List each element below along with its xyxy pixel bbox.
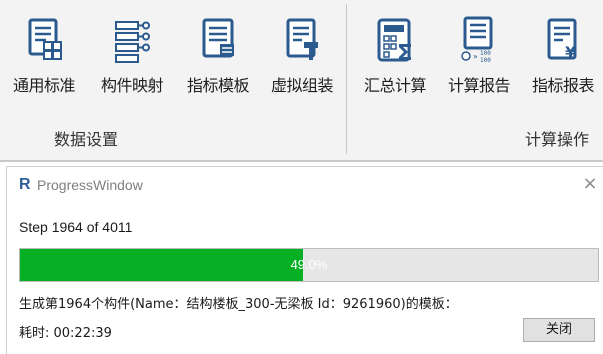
component-mapping-button[interactable]: 构件映射 (92, 6, 172, 104)
svg-text:100: 100 (480, 50, 491, 57)
yen-report-icon: ¥ (541, 16, 585, 68)
progress-percent-label: 49.0% (290, 257, 328, 272)
progress-bar: 49.0% (19, 248, 599, 282)
svg-text:100: 100 (480, 57, 491, 64)
summary-calc-button[interactable]: 汇总计算 (355, 6, 435, 104)
indicator-report-button[interactable]: ¥ 指标报表 (523, 6, 603, 104)
ribbon: 通用标准 构件映射 指标模板 虚拟组装 数据设置 汇总计算 » 100 100 … (0, 0, 603, 162)
app-logo-icon: R (19, 176, 31, 193)
progress-message: 生成第1964个构件(Name：结构楼板_300-无梁板 Id：9261960)… (19, 297, 458, 312)
data-settings-group-label: 数据设置 (54, 130, 119, 149)
ribbon-group-data-settings: 通用标准 构件映射 指标模板 虚拟组装 数据设置 (0, 0, 346, 158)
calculator-sum-icon (373, 16, 417, 68)
assembly-document-icon (280, 16, 324, 68)
virtual-assembly-label: 虚拟组装 (270, 76, 334, 95)
elapsed-time: 耗时: 00:22:39 (19, 326, 112, 341)
progress-window: R ProgressWindow × Step 1964 of 4011 49.… (6, 166, 603, 354)
calc-ops-group-label: 计算操作 (525, 130, 590, 149)
svg-text:¥: ¥ (565, 43, 576, 62)
calc-report-label: 计算报告 (447, 76, 511, 95)
calc-report-button[interactable]: » 100 100 计算报告 (439, 6, 519, 104)
indicator-report-label: 指标报表 (531, 76, 595, 95)
report-calc-icon: » 100 100 (457, 16, 501, 68)
close-button[interactable]: 关闭 (523, 318, 595, 342)
indicator-template-label: 指标模板 (186, 76, 250, 95)
window-titlebar[interactable]: R ProgressWindow × (7, 167, 603, 203)
general-standard-button[interactable]: 通用标准 (4, 6, 84, 104)
general-standard-label: 通用标准 (12, 76, 76, 95)
mapping-list-icon (110, 16, 154, 68)
component-mapping-label: 构件映射 (100, 76, 164, 95)
window-title: ProgressWindow (37, 177, 143, 193)
svg-text:»: » (473, 52, 478, 61)
indicator-template-button[interactable]: 指标模板 (178, 6, 258, 104)
ribbon-group-calc-ops: 汇总计算 » 100 100 计算报告 ¥ 指标报表 计算操作 (347, 0, 603, 158)
template-document-icon (196, 16, 240, 68)
document-list-icon (22, 16, 66, 68)
virtual-assembly-button[interactable]: 虚拟组装 (262, 6, 342, 104)
close-icon[interactable]: × (581, 175, 599, 193)
step-counter: Step 1964 of 4011 (19, 219, 133, 235)
summary-calc-label: 汇总计算 (363, 76, 427, 95)
